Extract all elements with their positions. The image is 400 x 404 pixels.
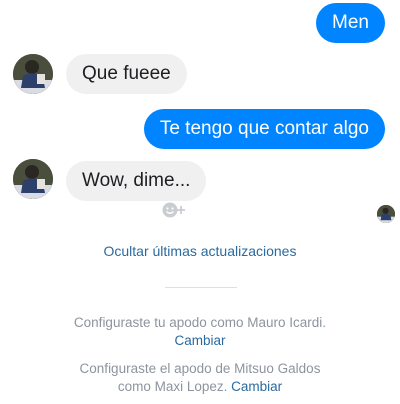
outgoing-message-bubble[interactable]: Men <box>316 3 385 43</box>
notice-text: Configuraste tu apodo como Mauro Icardi. <box>73 315 327 330</box>
change-nickname-link[interactable]: Cambiar <box>174 333 225 348</box>
contact-avatar[interactable] <box>13 54 53 94</box>
add-reaction-icon <box>162 202 185 218</box>
contact-avatar-icon <box>13 159 53 199</box>
change-nickname-link[interactable]: Cambiar <box>231 379 282 394</box>
incoming-message-bubble[interactable]: Wow, dime... <box>66 161 207 201</box>
seen-indicator-avatar <box>377 205 395 223</box>
notice-text: como Maxi Lopez. <box>117 379 228 394</box>
nickname-notice: Configuraste tu apodo como Mauro Icardi.… <box>0 314 400 350</box>
add-reaction-button[interactable] <box>160 200 188 220</box>
contact-avatar-icon <box>13 54 53 94</box>
divider <box>165 287 237 288</box>
hide-updates-link[interactable]: Ocultar últimas actualizaciones <box>0 243 400 259</box>
notice-text: Configuraste el apodo de Mitsuo Galdos <box>79 361 321 376</box>
contact-avatar[interactable] <box>13 159 53 199</box>
outgoing-message-bubble[interactable]: Te tengo que contar algo <box>143 109 385 149</box>
seen-avatar-icon <box>377 205 395 223</box>
incoming-message-bubble[interactable]: Que fueee <box>66 54 187 94</box>
nickname-notice: Configuraste el apodo de Mitsuo Galdos c… <box>0 360 400 396</box>
